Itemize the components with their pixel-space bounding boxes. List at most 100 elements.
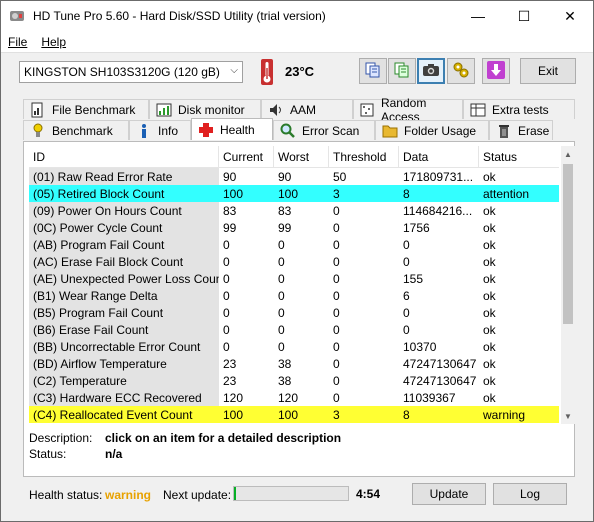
tab-erase[interactable]: Erase [489, 120, 553, 140]
save-button[interactable] [482, 58, 510, 84]
close-button[interactable]: ✕ [547, 1, 593, 31]
scroll-up-arrow-icon[interactable]: ▲ [561, 146, 575, 162]
next-update-progress-bar [233, 486, 349, 501]
disk-monitor-icon [156, 102, 172, 118]
cell-current: 120 [223, 390, 244, 405]
cell-threshold: 0 [333, 203, 340, 218]
exit-button[interactable]: Exit [520, 58, 576, 84]
table-row[interactable]: (B6) Erase Fail Count 0 0 0 0 ok [29, 321, 559, 338]
cell-threshold: 0 [333, 220, 340, 235]
table-row[interactable]: (01) Raw Read Error Rate 90 90 50 171809731.… [29, 168, 559, 185]
extra-tests-icon [470, 102, 486, 118]
scrollbar-thumb[interactable] [563, 164, 573, 324]
cell-threshold: 0 [333, 237, 340, 252]
table-row[interactable]: (BB) Uncorrectable Error Count 0 0 0 10370 ok [29, 338, 559, 355]
table-row[interactable]: (05) Retired Block Count 100 100 3 8 attentio… [29, 185, 559, 202]
tab-info[interactable]: Info [129, 120, 191, 140]
update-button[interactable]: Update [412, 483, 486, 505]
cell-status: ok [483, 237, 496, 252]
table-row[interactable]: (AC) Erase Fail Block Count 0 0 0 0 ok [29, 253, 559, 270]
vertical-scrollbar[interactable]: ▲ ▼ [561, 146, 575, 424]
cell-threshold: 3 [329, 406, 399, 423]
cell-status: warning [479, 406, 559, 423]
table-row[interactable]: (BD) Airflow Temperature 23 38 0 47247130647… [29, 355, 559, 372]
column-header-worst[interactable]: Worst [274, 146, 329, 168]
cell-threshold: 0 [333, 305, 340, 320]
tab-aam[interactable]: AAM [261, 99, 353, 119]
drive-select[interactable]: KINGSTON SH103S3120G (120 gB) ⌵ [19, 61, 243, 83]
next-update-label: Next update: [163, 488, 232, 502]
column-header-id[interactable]: ID [29, 146, 219, 168]
tab-label: Erase [518, 123, 550, 138]
title-bar[interactable]: HD Tune Pro 5.60 - Hard Disk/SSD Utility… [1, 1, 593, 31]
copy-info-button[interactable] [359, 58, 387, 84]
tab-folder-usage[interactable]: Folder Usage [375, 120, 489, 140]
table-row[interactable]: (09) Power On Hours Count 83 83 0 114684216.… [29, 202, 559, 219]
table-row[interactable]: (AB) Program Fail Count 0 0 0 0 ok [29, 236, 559, 253]
tab-label: AAM [290, 102, 317, 117]
tab-label: File Benchmark [52, 102, 136, 117]
thermometer-icon [259, 59, 275, 85]
cell-data: 8 [399, 185, 479, 202]
table-row[interactable]: (B5) Program Fail Count 0 0 0 0 ok [29, 304, 559, 321]
list-rows: (01) Raw Read Error Rate 90 90 50 171809731.… [29, 168, 559, 423]
column-header-threshold[interactable]: Threshold [329, 146, 399, 168]
table-row[interactable]: (AE) Unexpected Power Loss Count 0 0 0 155 ok [29, 270, 559, 287]
column-header-current[interactable]: Current [219, 146, 274, 168]
cell-threshold: 0 [333, 339, 340, 354]
menu-help[interactable]: Help [34, 35, 73, 49]
minimize-button[interactable]: — [455, 1, 501, 31]
file-benchmark-icon [30, 102, 46, 118]
cell-threshold: 0 [333, 356, 340, 371]
menu-file[interactable]: File [1, 35, 34, 49]
cell-id: (C4) Reallocated Event Count [29, 406, 219, 423]
smart-attributes-list[interactable]: ID Current Worst Threshold Data Status (… [29, 146, 559, 424]
tab-disk-monitor[interactable]: Disk monitor [149, 99, 261, 119]
cell-status: ok [483, 271, 496, 286]
cell-id: (BB) Uncorrectable Error Count [29, 338, 219, 355]
cell-id: (AE) Unexpected Power Loss Count [29, 270, 219, 287]
tab-random-access[interactable]: Random Access [353, 96, 463, 124]
tab-error-scan[interactable]: Error Scan [273, 120, 375, 140]
options-button[interactable] [447, 58, 475, 84]
log-button[interactable]: Log [493, 483, 567, 505]
cell-current: 0 [223, 254, 230, 269]
status-value: n/a [105, 447, 123, 461]
cell-threshold: 0 [333, 322, 340, 337]
tab-benchmark[interactable]: Benchmark [23, 120, 129, 140]
scroll-down-arrow-icon[interactable]: ▼ [561, 408, 575, 424]
screenshot-button[interactable] [417, 58, 445, 84]
cell-current: 99 [223, 220, 237, 235]
tab-label: Folder Usage [404, 123, 477, 138]
health-cross-icon [198, 122, 214, 138]
column-header-status[interactable]: Status [479, 146, 559, 168]
tab-file-benchmark[interactable]: File Benchmark [23, 99, 149, 119]
cell-id: (C2) Temperature [29, 372, 219, 389]
maximize-button[interactable]: ☐ [501, 1, 547, 31]
table-row[interactable]: (0C) Power Cycle Count 99 99 0 1756 ok [29, 219, 559, 236]
copy-text-button[interactable] [388, 58, 416, 84]
cell-id: (B1) Wear Range Delta [29, 287, 219, 304]
tab-health[interactable]: Health [191, 118, 273, 140]
description-label: Description: [29, 431, 93, 445]
cell-worst: 0 [278, 288, 285, 303]
table-row[interactable]: (C4) Reallocated Event Count 100 100 3 8 warn… [29, 406, 559, 423]
column-header-data[interactable]: Data [399, 146, 479, 168]
cell-worst: 38 [278, 373, 292, 388]
cell-current: 0 [223, 339, 230, 354]
health-status-label: Health status: [29, 488, 103, 502]
cell-current: 0 [223, 305, 230, 320]
tab-extra-tests[interactable]: Extra tests [463, 99, 575, 119]
cell-threshold: 0 [333, 288, 340, 303]
cell-status: ok [483, 356, 496, 371]
cell-id: (AB) Program Fail Count [29, 236, 219, 253]
drive-temperature: 23°C [285, 64, 315, 79]
table-row[interactable]: (B1) Wear Range Delta 0 0 0 6 ok [29, 287, 559, 304]
status-bar: Health status: warning Next update: 4:54… [1, 477, 593, 515]
cell-status: ok [483, 169, 496, 184]
table-row[interactable]: (C3) Hardware ECC Recovered 120 120 0 110393… [29, 389, 559, 406]
cell-id: (C3) Hardware ECC Recovered [29, 389, 219, 406]
camera-icon [422, 62, 440, 81]
cell-id: (AC) Erase Fail Block Count [29, 253, 219, 270]
table-row[interactable]: (C2) Temperature 23 38 0 47247130647 ok [29, 372, 559, 389]
